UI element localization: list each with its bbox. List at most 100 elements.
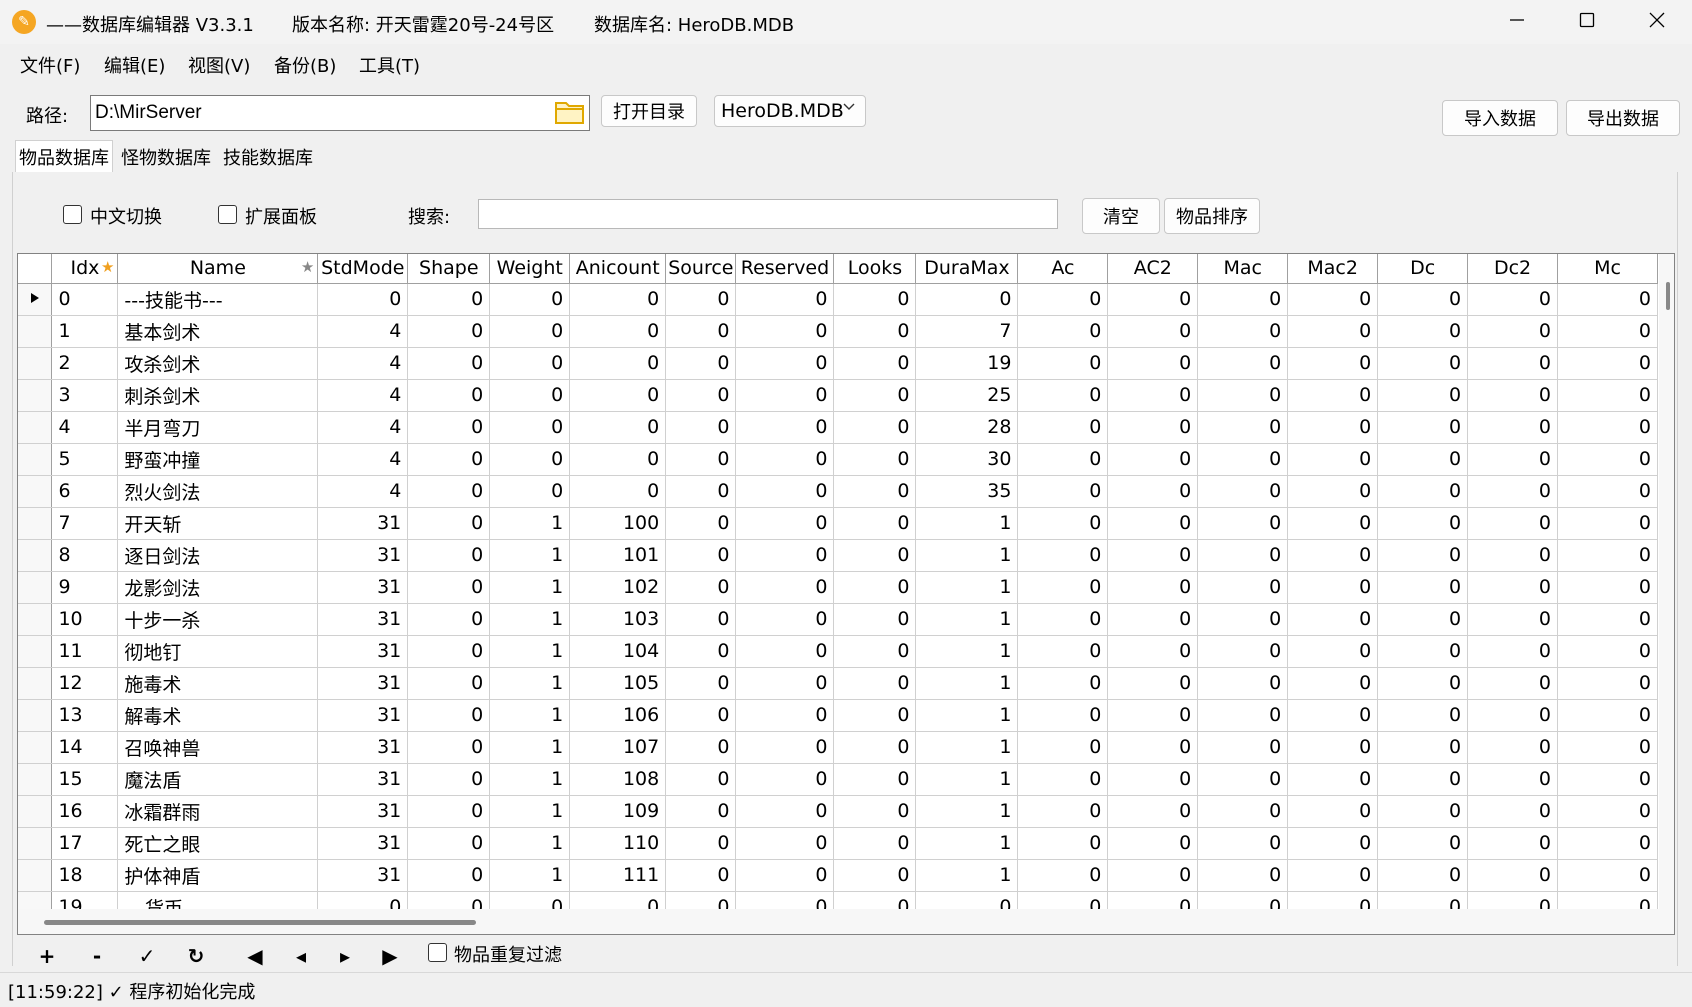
table-cell[interactable]: 0 — [1017, 827, 1109, 860]
table-cell[interactable]: 0 — [833, 507, 917, 540]
table-cell[interactable]: 0 — [1557, 731, 1658, 764]
table-cell[interactable]: ---技能书--- — [117, 283, 319, 316]
table-cell[interactable]: 1 — [489, 667, 571, 700]
table-cell[interactable]: 107 — [569, 731, 667, 764]
last-record-icon[interactable]: ▶ — [375, 944, 405, 968]
table-cell[interactable]: 100 — [569, 507, 667, 540]
column-header[interactable]: Looks — [833, 254, 917, 284]
table-cell[interactable]: 刺杀剑术 — [117, 379, 319, 412]
table-cell[interactable]: 0 — [735, 859, 835, 892]
table-row[interactable]: 5 野蛮冲撞 4 0 0 0 0 0 0 30 0 0 0 0 0 0 0 — [18, 443, 1658, 476]
table-cell[interactable]: 0 — [1197, 571, 1289, 604]
table-cell[interactable]: 1 — [915, 763, 1019, 796]
table-cell[interactable]: 0 — [1377, 667, 1469, 700]
table-cell[interactable]: 0 — [1017, 475, 1109, 508]
table-cell[interactable]: 0 — [1557, 443, 1658, 476]
table-cell[interactable]: 0 — [833, 283, 917, 316]
table-cell[interactable]: 0 — [833, 827, 917, 860]
table-cell[interactable]: 0 — [1557, 699, 1658, 732]
table-cell[interactable]: 35 — [915, 475, 1019, 508]
table-cell[interactable]: 1 — [489, 827, 571, 860]
table-cell[interactable]: 0 — [1467, 411, 1558, 444]
tab-monster-database[interactable]: 怪物数据库 — [118, 144, 214, 172]
table-cell[interactable]: 0 — [1107, 571, 1199, 604]
table-cell[interactable]: 0 — [407, 763, 491, 796]
table-cell[interactable]: 0 — [407, 379, 491, 412]
table-cell[interactable]: 0 — [735, 603, 835, 636]
column-header[interactable]: Idx ★ — [51, 254, 119, 284]
table-cell[interactable]: 5 — [51, 443, 119, 476]
table-cell[interactable]: 0 — [1377, 411, 1469, 444]
chinese-toggle-checkbox[interactable] — [63, 205, 82, 224]
column-header[interactable]: Anicount — [569, 254, 667, 284]
table-cell[interactable]: 30 — [915, 443, 1019, 476]
table-cell[interactable]: 0 — [735, 667, 835, 700]
table-cell[interactable]: 0 — [1287, 411, 1379, 444]
table-cell[interactable]: 0 — [833, 475, 917, 508]
column-header[interactable]: AC2 — [1107, 254, 1199, 284]
table-cell[interactable]: 0 — [1557, 315, 1658, 348]
table-cell[interactable]: 0 — [1377, 795, 1469, 828]
table-cell[interactable]: 31 — [317, 763, 409, 796]
table-cell[interactable]: 0 — [1287, 667, 1379, 700]
column-header[interactable]: Shape — [407, 254, 491, 284]
table-cell[interactable]: 0 — [915, 283, 1019, 316]
table-cell[interactable]: 13 — [51, 699, 119, 732]
table-cell[interactable]: 0 — [1107, 603, 1199, 636]
table-cell[interactable]: 110 — [569, 827, 667, 860]
table-cell[interactable]: 半月弯刀 — [117, 411, 319, 444]
table-cell[interactable]: 0 — [1197, 379, 1289, 412]
table-cell[interactable]: 0 — [1467, 891, 1558, 909]
table-cell[interactable]: 1 — [915, 795, 1019, 828]
close-button[interactable] — [1622, 0, 1692, 44]
table-cell[interactable]: 31 — [317, 507, 409, 540]
table-row[interactable]: 0 ---技能书--- 0 0 0 0 0 0 0 0 0 0 0 0 0 0 0 — [18, 283, 1658, 316]
table-cell[interactable]: 0 — [1467, 667, 1558, 700]
table-cell[interactable]: 0 — [1017, 507, 1109, 540]
table-cell[interactable]: 0 — [569, 891, 667, 909]
table-cell[interactable]: 0 — [1377, 571, 1469, 604]
table-cell[interactable]: 0 — [407, 795, 491, 828]
table-cell[interactable]: 0 — [665, 795, 737, 828]
table-cell[interactable]: 0 — [665, 763, 737, 796]
table-cell[interactable]: 1 — [915, 667, 1019, 700]
table-cell[interactable]: 0 — [569, 283, 667, 316]
table-cell[interactable]: 1 — [915, 539, 1019, 572]
table-cell[interactable]: 冰霜群雨 — [117, 795, 319, 828]
table-cell[interactable]: 0 — [735, 507, 835, 540]
folder-icon[interactable] — [554, 99, 586, 125]
table-cell[interactable]: 105 — [569, 667, 667, 700]
table-cell[interactable]: 0 — [1287, 635, 1379, 668]
table-cell[interactable]: 彻地钉 — [117, 635, 319, 668]
table-cell[interactable]: 0 — [1467, 475, 1558, 508]
table-cell[interactable]: 3 — [51, 379, 119, 412]
table-cell[interactable]: 0 — [1557, 283, 1658, 316]
duplicate-filter-checkbox[interactable] — [428, 943, 447, 962]
table-cell[interactable]: 0 — [1107, 635, 1199, 668]
table-cell[interactable]: 0 — [735, 475, 835, 508]
table-cell[interactable]: 0 — [407, 603, 491, 636]
table-cell[interactable]: 0 — [665, 379, 737, 412]
table-cell[interactable]: 0 — [1287, 571, 1379, 604]
table-cell[interactable]: 0 — [407, 635, 491, 668]
column-header[interactable]: Mac2 — [1287, 254, 1379, 284]
table-cell[interactable]: 1 — [915, 827, 1019, 860]
table-cell[interactable]: 0 — [1197, 699, 1289, 732]
table-cell[interactable]: 0 — [1557, 667, 1658, 700]
table-cell[interactable]: 0 — [489, 315, 571, 348]
table-cell[interactable]: 死亡之眼 — [117, 827, 319, 860]
table-cell[interactable]: 0 — [1107, 315, 1199, 348]
table-cell[interactable]: 0 — [1287, 891, 1379, 909]
table-cell[interactable]: 0 — [1377, 443, 1469, 476]
table-cell[interactable]: 0 — [1107, 539, 1199, 572]
clear-button[interactable]: 清空 — [1082, 198, 1160, 234]
table-cell[interactable]: 31 — [317, 827, 409, 860]
table-cell[interactable]: 0 — [1107, 443, 1199, 476]
table-cell[interactable]: 魔法盾 — [117, 763, 319, 796]
tab-skill-database[interactable]: 技能数据库 — [220, 144, 316, 172]
table-cell[interactable]: 1 — [489, 635, 571, 668]
row-selector[interactable] — [18, 731, 53, 764]
menu-tools[interactable]: 工具(T) — [359, 52, 420, 78]
first-record-icon[interactable]: ◀ — [240, 944, 270, 968]
table-cell[interactable]: 0 — [407, 731, 491, 764]
